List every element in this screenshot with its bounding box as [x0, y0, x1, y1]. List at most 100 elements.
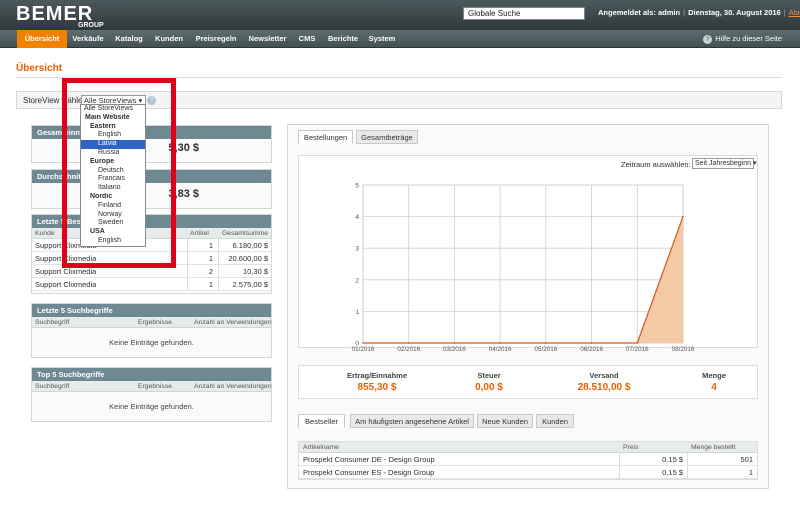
- col-suchbegriff: Suchbegriff: [35, 383, 70, 390]
- stat-ertrag: Ertrag/Einnahme 855,30 $: [337, 371, 417, 393]
- col-ergebnisse: Ergebnisse: [138, 319, 173, 326]
- logged-in-label: Angemeldet als: admin: [598, 8, 681, 17]
- col-kunde: Kunde: [35, 230, 55, 237]
- zeitraum-select[interactable]: Seit Jahresbeginn ▾: [692, 158, 757, 169]
- bestseller-preis: 0,15 $: [662, 468, 683, 477]
- stat-versand-value: 28.510,00 $: [577, 382, 631, 393]
- x-tick-label: 07/2016: [626, 346, 649, 353]
- top-header: BEMER GROUP Globale Suche Angemeldet als…: [0, 0, 800, 30]
- y-tick-label: 1: [355, 309, 359, 316]
- help-icon: ?: [703, 35, 713, 44]
- bestseller-header: Artikelname Preis Menge bestellt: [299, 442, 757, 453]
- last-searches-empty: Keine Einträge gefunden.: [109, 338, 194, 347]
- zeitraum-label: Zeitraum auswählen:: [621, 160, 691, 169]
- global-search-input[interactable]: Globale Suche: [463, 7, 585, 20]
- highlight-frame: [62, 78, 176, 268]
- stat-versand: Versand 28.510,00 $: [564, 371, 644, 393]
- tab-neue-kunden[interactable]: Neue Kunden: [477, 414, 533, 428]
- page-title: Übersicht: [16, 63, 63, 74]
- data-point: [590, 342, 593, 344]
- last-searches-box: Letzte 5 Suchbegriffe Suchbegriff Ergebn…: [31, 303, 272, 358]
- svg-text:GROUP: GROUP: [78, 22, 104, 29]
- nav-cms[interactable]: CMS: [292, 30, 322, 48]
- order-artikel: 1: [208, 241, 213, 250]
- tab-meist-angesehen[interactable]: Am häufigsten angesehene Artikel: [350, 414, 474, 428]
- col-anzahl: Anzahl an Verwendungen: [194, 383, 272, 390]
- bestseller-row[interactable]: Prospekt Consumer DE - Design Group 0,15 …: [299, 453, 757, 466]
- stat-steuer: Steuer 0,00 $: [459, 371, 519, 393]
- order-artikel: 2: [208, 267, 213, 276]
- top-searches-header: Suchbegriff Ergebnisse Anzahl an Verwend…: [32, 381, 271, 392]
- tab-gesamtbetraege[interactable]: Gesamtbeträge: [356, 130, 418, 144]
- col-suchbegriff: Suchbegriff: [35, 319, 70, 326]
- user-info: Angemeldet als: admin | Dienstag, 30. Augu…: [598, 8, 800, 17]
- stat-menge-label: Menge: [702, 371, 726, 380]
- stat-menge-value: 4: [711, 382, 717, 393]
- y-tick-label: 4: [355, 214, 359, 221]
- order-kunde: Support Clixmedia: [35, 280, 97, 289]
- nav-katalog[interactable]: Katalog: [109, 30, 149, 48]
- main-nav: Übersicht Verkäufe Katalog Kunden Preisr…: [0, 30, 800, 48]
- nav-kunden[interactable]: Kunden: [149, 30, 189, 48]
- top-searches-heading: Top 5 Suchbegriffe: [32, 368, 271, 381]
- order-artikel: 1: [208, 280, 213, 289]
- bestseller-name: Prospekt Consumer ES - Design Group: [303, 468, 435, 477]
- bestseller-menge: 1: [748, 468, 753, 477]
- x-tick-label: 06/2016: [580, 346, 603, 353]
- bestseller-table: Artikelname Preis Menge bestellt Prospek…: [298, 441, 758, 480]
- col-artikelname: Artikelname: [303, 444, 339, 451]
- bestseller-menge: 501: [740, 455, 753, 464]
- zeitraum-selected: Seit Jahresbeginn: [695, 160, 752, 167]
- nav-uebersicht[interactable]: Übersicht: [17, 30, 67, 48]
- data-point: [453, 342, 456, 344]
- y-tick-label: 2: [355, 277, 359, 284]
- current-date: Dienstag, 30. August 2016: [688, 8, 781, 17]
- tab-bestellungen[interactable]: Bestellungen: [298, 130, 353, 144]
- x-tick-label: 08/2016: [672, 346, 695, 353]
- stat-steuer-value: 0,00 $: [475, 382, 503, 393]
- col-gesamtsumme: Gesamtsumme: [222, 230, 269, 237]
- nav-newsletter[interactable]: Newsletter: [243, 30, 292, 48]
- stat-ertrag-label: Ertrag/Einnahme: [346, 371, 407, 380]
- order-summe: 10,30 $: [242, 267, 268, 276]
- x-tick-label: 03/2016: [443, 346, 466, 353]
- nav-system[interactable]: System: [364, 30, 400, 48]
- y-tick-label: 5: [355, 183, 359, 190]
- order-summe: 20.600,00 $: [228, 254, 268, 263]
- bemer-logo[interactable]: BEMER GROUP: [16, 3, 126, 29]
- bestseller-row[interactable]: Prospekt Consumer ES - Design Group 0,15 …: [299, 466, 757, 479]
- last-searches-heading: Letzte 5 Suchbegriffe: [32, 304, 271, 317]
- col-anzahl: Anzahl an Verwendungen: [194, 319, 272, 326]
- col-artikel: Artikel: [190, 230, 209, 237]
- tab-kunden[interactable]: Kunden: [536, 414, 574, 428]
- data-point: [499, 342, 501, 344]
- nav-preisregeln[interactable]: Preisregeln: [189, 30, 243, 48]
- nav-verkaeufe[interactable]: Verkäufe: [67, 30, 109, 48]
- bestseller-name: Prospekt Consumer DE - Design Group: [303, 455, 435, 464]
- data-point: [682, 215, 684, 218]
- top-searches-empty: Keine Einträge gefunden.: [109, 402, 194, 411]
- data-point: [362, 342, 364, 344]
- plot-area: [362, 184, 684, 344]
- data-point: [636, 342, 639, 344]
- dashboard-chart-panel: Bestellungen Gesamtbeträge Zeitraum ausw…: [287, 124, 769, 489]
- logout-link[interactable]: Abmelden: [789, 8, 800, 17]
- order-artikel: 1: [208, 254, 213, 263]
- stat-ertrag-value: 855,30 $: [357, 382, 397, 393]
- order-summe: 6.180,00 $: [232, 241, 268, 250]
- help-link[interactable]: ? Hilfe zu dieser Seite: [703, 34, 782, 44]
- order-row[interactable]: Support Clixmedia 1 2.575,00 $: [32, 278, 271, 291]
- totals-bar: Ertrag/Einnahme 855,30 $ Steuer 0,00 $ V…: [298, 365, 758, 399]
- stat-versand-label: Versand: [589, 371, 619, 380]
- x-tick-label: 05/2016: [534, 346, 557, 353]
- last-searches-header: Suchbegriff Ergebnisse Anzahl an Verwend…: [32, 317, 271, 328]
- nav-berichte[interactable]: Berichte: [322, 30, 364, 48]
- x-tick-label: 02/2016: [397, 346, 420, 353]
- col-ergebnisse: Ergebnisse: [138, 383, 173, 390]
- col-preis: Preis: [623, 444, 639, 451]
- tab-bestseller[interactable]: Bestseller: [298, 414, 345, 428]
- x-tick-label: 01/2016: [352, 346, 375, 353]
- data-point: [545, 342, 547, 344]
- order-summe: 2.575,00 $: [232, 280, 268, 289]
- bestseller-preis: 0,15 $: [662, 455, 683, 464]
